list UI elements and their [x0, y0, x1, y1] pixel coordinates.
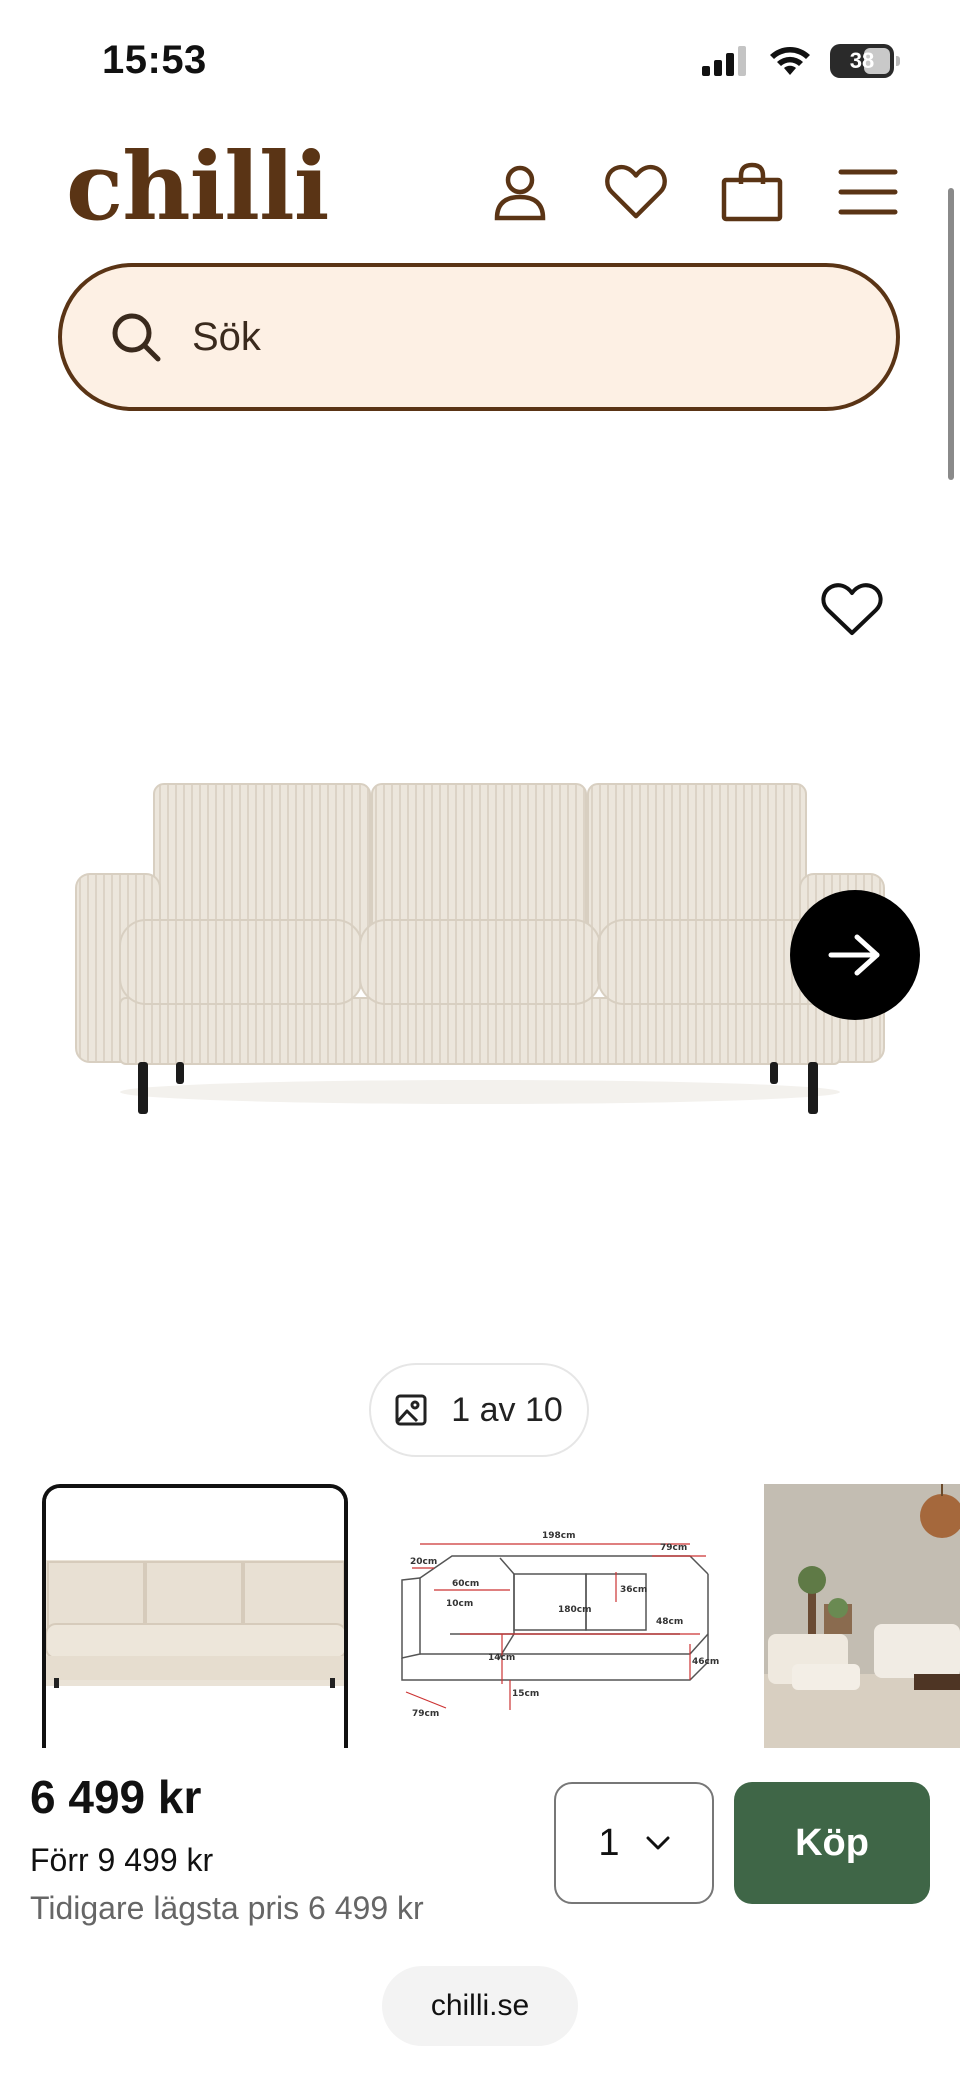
heart-icon[interactable] — [604, 160, 668, 224]
wishlist-heart-icon[interactable] — [818, 576, 886, 644]
image-icon — [395, 1394, 427, 1426]
dim-label: 198cm — [542, 1531, 576, 1541]
dim-label: 20cm — [410, 1557, 437, 1567]
battery-level: 38 — [849, 48, 875, 73]
chilli-logo[interactable]: chilli — [66, 140, 329, 234]
dim-label: 46cm — [692, 1657, 719, 1667]
site-header: chilli — [0, 140, 960, 250]
chevron-down-icon — [646, 1836, 670, 1850]
quantity-select[interactable]: 1 — [554, 1782, 714, 1904]
dim-label: 60cm — [452, 1579, 479, 1589]
dim-label: 79cm — [412, 1709, 439, 1719]
previous-price: Förr 9 499 kr — [30, 1842, 214, 1878]
image-counter-label: 1 av 10 — [451, 1390, 563, 1429]
dim-label: 15cm — [512, 1689, 539, 1699]
status-time: 15:53 — [102, 38, 207, 82]
signal-icon — [702, 46, 746, 76]
browser-url[interactable]: chilli.se — [382, 1966, 578, 2046]
bag-icon[interactable] — [720, 160, 784, 224]
dim-label: 79cm — [660, 1543, 687, 1553]
search-placeholder: Sök — [192, 314, 261, 359]
account-icon[interactable] — [488, 160, 552, 224]
search-icon — [112, 313, 161, 362]
menu-icon[interactable] — [836, 160, 900, 224]
thumbnail-sofa-dimensions[interactable]: 198cm 79cm 20cm 60cm 36cm 10cm 180cm 48c… — [390, 1484, 720, 1748]
wifi-icon — [770, 47, 810, 75]
dim-label: 10cm — [446, 1599, 473, 1609]
thumbnail-sofa-room[interactable] — [764, 1484, 960, 1748]
header-icons — [488, 160, 900, 224]
next-image-button[interactable] — [790, 890, 920, 1020]
thumbnail-sofa-front[interactable] — [42, 1484, 348, 1748]
image-counter[interactable]: 1 av 10 — [369, 1363, 589, 1457]
dim-label: 48cm — [656, 1617, 683, 1627]
buy-button[interactable]: Köp — [734, 1782, 930, 1904]
status-icons: 38 — [702, 44, 900, 78]
lowest-price-note: Tidigare lägsta pris 6 499 kr — [30, 1890, 424, 1926]
status-bar: 15:53 38 — [0, 0, 960, 120]
battery-icon: 38 — [830, 44, 900, 78]
dim-label: 180cm — [558, 1605, 592, 1615]
dim-label: 14cm — [488, 1653, 515, 1663]
search-input[interactable]: Sök — [58, 263, 900, 411]
scrollbar[interactable] — [948, 188, 954, 480]
quantity-value: 1 — [598, 1821, 620, 1864]
product-image-sofa[interactable] — [70, 770, 890, 1130]
arrow-right-icon — [828, 934, 880, 976]
current-price: 6 499 kr — [30, 1771, 202, 1823]
dim-label: 36cm — [620, 1585, 647, 1595]
